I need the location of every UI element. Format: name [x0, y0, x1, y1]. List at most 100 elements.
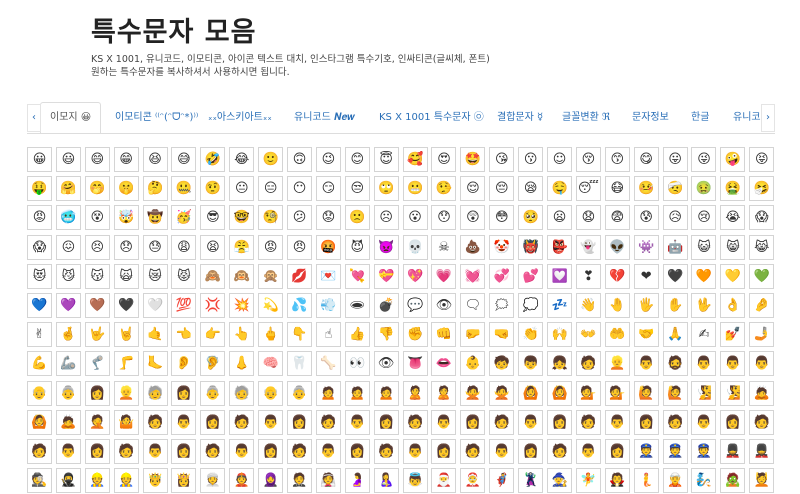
emoji-cell[interactable]: 🤟: [84, 322, 110, 348]
emoji-cell[interactable]: 👮: [662, 438, 688, 464]
emoji-cell[interactable]: 🤶: [460, 468, 486, 494]
emoji-cell[interactable]: 😛: [662, 147, 688, 172]
emoji-cell[interactable]: 😚: [575, 147, 601, 172]
emoji-cell[interactable]: 👽: [604, 234, 630, 260]
emoji-cell[interactable]: 👩: [431, 438, 457, 464]
emoji-cell[interactable]: 🧛: [604, 468, 630, 494]
emoji-cell[interactable]: 👮: [691, 438, 717, 464]
tab-scroll-left-button[interactable]: ‹: [27, 104, 41, 132]
emoji-cell[interactable]: 👩: [720, 409, 746, 435]
emoji-cell[interactable]: ✌: [27, 322, 52, 348]
emoji-cell[interactable]: 🧑: [229, 409, 255, 435]
emoji-cell[interactable]: 😨: [604, 205, 630, 231]
emoji-cell[interactable]: 👩: [171, 380, 197, 406]
emoji-cell[interactable]: 🤨: [200, 176, 226, 202]
emoji-cell[interactable]: 🤪: [720, 147, 746, 172]
emoji-cell[interactable]: 🧑: [460, 438, 486, 464]
emoji-cell[interactable]: 💋: [287, 263, 313, 289]
emoji-cell[interactable]: 👩: [287, 409, 313, 435]
emoji-cell[interactable]: 💩: [460, 234, 486, 260]
emoji-cell[interactable]: 🤵: [287, 468, 313, 494]
emoji-cell[interactable]: 😌: [460, 176, 486, 202]
emoji-cell[interactable]: 🤠: [142, 205, 168, 231]
emoji-cell[interactable]: 👩: [84, 380, 110, 406]
emoji-cell[interactable]: 🤎: [84, 292, 110, 318]
emoji-cell[interactable]: 🦶: [142, 351, 168, 377]
emoji-cell[interactable]: 😽: [84, 263, 110, 289]
emoji-cell[interactable]: 👨: [604, 409, 630, 435]
emoji-cell[interactable]: 👊: [431, 322, 457, 348]
emoji-cell[interactable]: 😑: [258, 176, 284, 202]
emoji-cell[interactable]: 🙍: [373, 380, 399, 406]
emoji-cell[interactable]: 🤛: [460, 322, 486, 348]
emoji-cell[interactable]: 🖤: [662, 263, 688, 289]
emoji-cell[interactable]: 👵: [287, 380, 313, 406]
emoji-cell[interactable]: 😼: [55, 263, 81, 289]
emoji-cell[interactable]: 💌: [315, 263, 341, 289]
emoji-cell[interactable]: 🧟: [720, 468, 746, 494]
emoji-cell[interactable]: 🖤: [113, 292, 139, 318]
emoji-cell[interactable]: 🧑: [547, 438, 573, 464]
emoji-cell[interactable]: 👨: [575, 438, 601, 464]
emoji-cell[interactable]: 🦿: [84, 351, 110, 377]
emoji-cell[interactable]: 👨: [431, 409, 457, 435]
emoji-cell[interactable]: 👩: [258, 438, 284, 464]
emoji-cell[interactable]: 😹: [749, 234, 775, 260]
emoji-cell[interactable]: 💂: [720, 438, 746, 464]
emoji-cell[interactable]: 👨: [229, 438, 255, 464]
emoji-cell[interactable]: 🧑: [142, 409, 168, 435]
emoji-cell[interactable]: 🤍: [142, 292, 168, 318]
emoji-cell[interactable]: 🤤: [547, 176, 573, 202]
emoji-cell[interactable]: 👐: [575, 322, 601, 348]
emoji-cell[interactable]: 🧡: [691, 263, 717, 289]
emoji-cell[interactable]: 👀: [344, 351, 370, 377]
emoji-cell[interactable]: 🙆: [27, 409, 52, 435]
emoji-cell[interactable]: 💁: [575, 380, 601, 406]
emoji-cell[interactable]: 🙍: [315, 380, 341, 406]
emoji-cell[interactable]: 💟: [547, 263, 573, 289]
emoji-cell[interactable]: 🤕: [662, 176, 688, 202]
tab-hangul[interactable]: 한글: [691, 103, 709, 132]
emoji-cell[interactable]: 👶: [460, 351, 486, 377]
emoji-cell[interactable]: 🧏: [691, 380, 717, 406]
emoji-cell[interactable]: 👮: [633, 438, 659, 464]
emoji-cell[interactable]: 😧: [575, 205, 601, 231]
emoji-cell[interactable]: 🧑: [749, 409, 775, 435]
emoji-cell[interactable]: 😬: [402, 176, 428, 202]
emoji-cell[interactable]: 👩: [633, 409, 659, 435]
emoji-cell[interactable]: 👍: [344, 322, 370, 348]
emoji-cell[interactable]: 🤒: [633, 176, 659, 202]
emoji-cell[interactable]: 😷: [604, 176, 630, 202]
emoji-cell[interactable]: 😒: [344, 176, 370, 202]
emoji-cell[interactable]: 🤌: [749, 292, 775, 318]
emoji-cell[interactable]: 😥: [662, 205, 688, 231]
emoji-cell[interactable]: 😃: [55, 147, 81, 172]
emoji-cell[interactable]: 👋: [575, 292, 601, 318]
emoji-cell[interactable]: 👨: [258, 409, 284, 435]
emoji-cell[interactable]: ✊: [402, 322, 428, 348]
emoji-cell[interactable]: 🤚: [604, 292, 630, 318]
emoji-cell[interactable]: 👨: [402, 438, 428, 464]
emoji-cell[interactable]: 🤝: [633, 322, 659, 348]
emoji-cell[interactable]: 🙊: [258, 263, 284, 289]
emoji-cell[interactable]: 😯: [431, 205, 457, 231]
emoji-cell[interactable]: 👨: [691, 351, 717, 377]
emoji-cell[interactable]: 👷: [113, 468, 139, 494]
emoji-cell[interactable]: 🤢: [691, 176, 717, 202]
emoji-cell[interactable]: 🙋: [633, 380, 659, 406]
emoji-cell[interactable]: 😗: [518, 147, 544, 172]
emoji-cell[interactable]: 😭: [720, 205, 746, 231]
emoji-cell[interactable]: ☹: [373, 205, 399, 231]
emoji-cell[interactable]: 😤: [229, 234, 255, 260]
emoji-cell[interactable]: 🧜: [633, 468, 659, 494]
emoji-cell[interactable]: 😣: [84, 234, 110, 260]
emoji-cell[interactable]: 🧑: [402, 409, 428, 435]
emoji-cell[interactable]: 😟: [315, 205, 341, 231]
emoji-cell[interactable]: 🎅: [431, 468, 457, 494]
emoji-cell[interactable]: 💀: [402, 234, 428, 260]
emoji-cell[interactable]: 👴: [258, 380, 284, 406]
emoji-cell[interactable]: 👅: [402, 351, 428, 377]
emoji-cell[interactable]: 👦: [518, 351, 544, 377]
emoji-cell[interactable]: 👹: [518, 234, 544, 260]
emoji-cell[interactable]: 🤯: [113, 205, 139, 231]
